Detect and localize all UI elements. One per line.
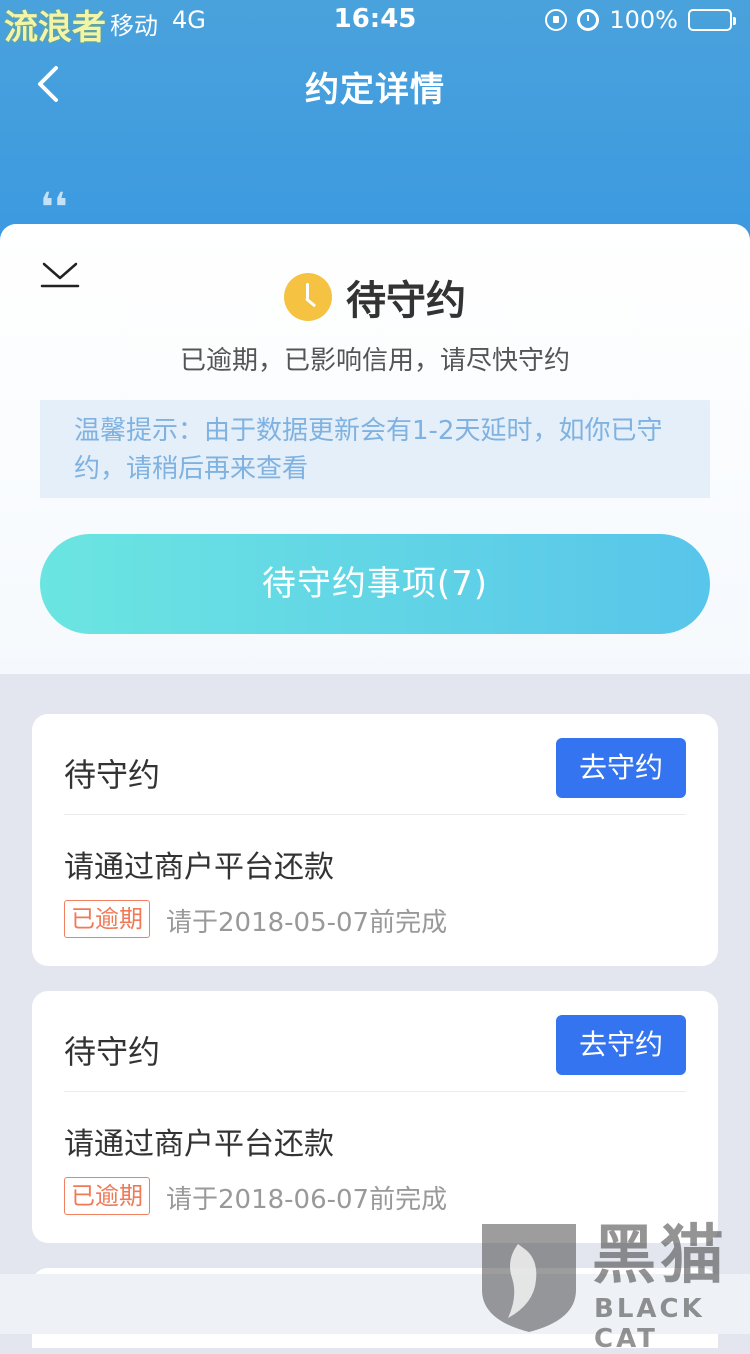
status-title: 待守约 <box>346 278 466 324</box>
battery-percent: 100% <box>609 6 678 34</box>
status-bar: 移动 4G 16:45 100% <box>0 0 750 40</box>
commitment-card: 待守约 去守约 请通过商户平台还款 已逾期 请于2018-05-07前完成 <box>32 714 718 966</box>
card-title: 待守约 <box>64 1033 161 1071</box>
commitment-card: 待守约 去守约 请通过商户平台还款 已逾期 请于2018-06-07前完成 <box>32 991 718 1243</box>
card-divider <box>64 1091 686 1092</box>
page-title: 约定详情 <box>305 70 445 110</box>
status-header: 待守约 <box>0 268 750 326</box>
deadline-text: 请于2018-05-07前完成 <box>166 908 448 938</box>
tip-box: 温馨提示：由于数据更新会有1-2天延时，如你已守约，请稍后再来查看 <box>40 400 710 498</box>
card-divider <box>64 814 686 815</box>
status-description: 已逾期，已影响信用，请尽快守约 <box>179 346 570 376</box>
fulfill-button[interactable]: 去守约 <box>556 1015 686 1075</box>
blackcat-en-text: BLACK CAT <box>594 1294 705 1354</box>
card-title: 待守约 <box>64 756 161 794</box>
battery-icon <box>688 9 736 31</box>
quote-icon: ❛❛ <box>40 185 68 231</box>
clock-icon <box>284 273 332 321</box>
card-task: 请通过商户平台还款 <box>64 1127 334 1162</box>
rotation-lock-icon <box>545 9 568 31</box>
fulfill-button[interactable]: 去守约 <box>556 738 686 798</box>
deadline-text: 请于2018-06-07前完成 <box>166 1185 448 1215</box>
alarm-icon <box>577 9 600 31</box>
blackcat-logo-icon <box>482 1224 576 1332</box>
blackcat-cn-text: 黑猫 <box>592 1219 728 1293</box>
card-task: 请通过商户平台还款 <box>64 850 334 885</box>
status-icons: 100% <box>545 6 736 34</box>
watermark-text: 流浪者 <box>4 8 106 48</box>
overdue-badge: 已逾期 <box>64 1177 150 1215</box>
overdue-badge: 已逾期 <box>64 900 150 938</box>
status-panel: 待守约 已逾期，已影响信用，请尽快守约 温馨提示：由于数据更新会有1-2天延时，… <box>0 224 750 674</box>
pending-items-button[interactable]: 待守约事项(7) <box>40 534 710 634</box>
blackcat-watermark: 黑猫 BLACK CAT <box>478 1219 750 1354</box>
